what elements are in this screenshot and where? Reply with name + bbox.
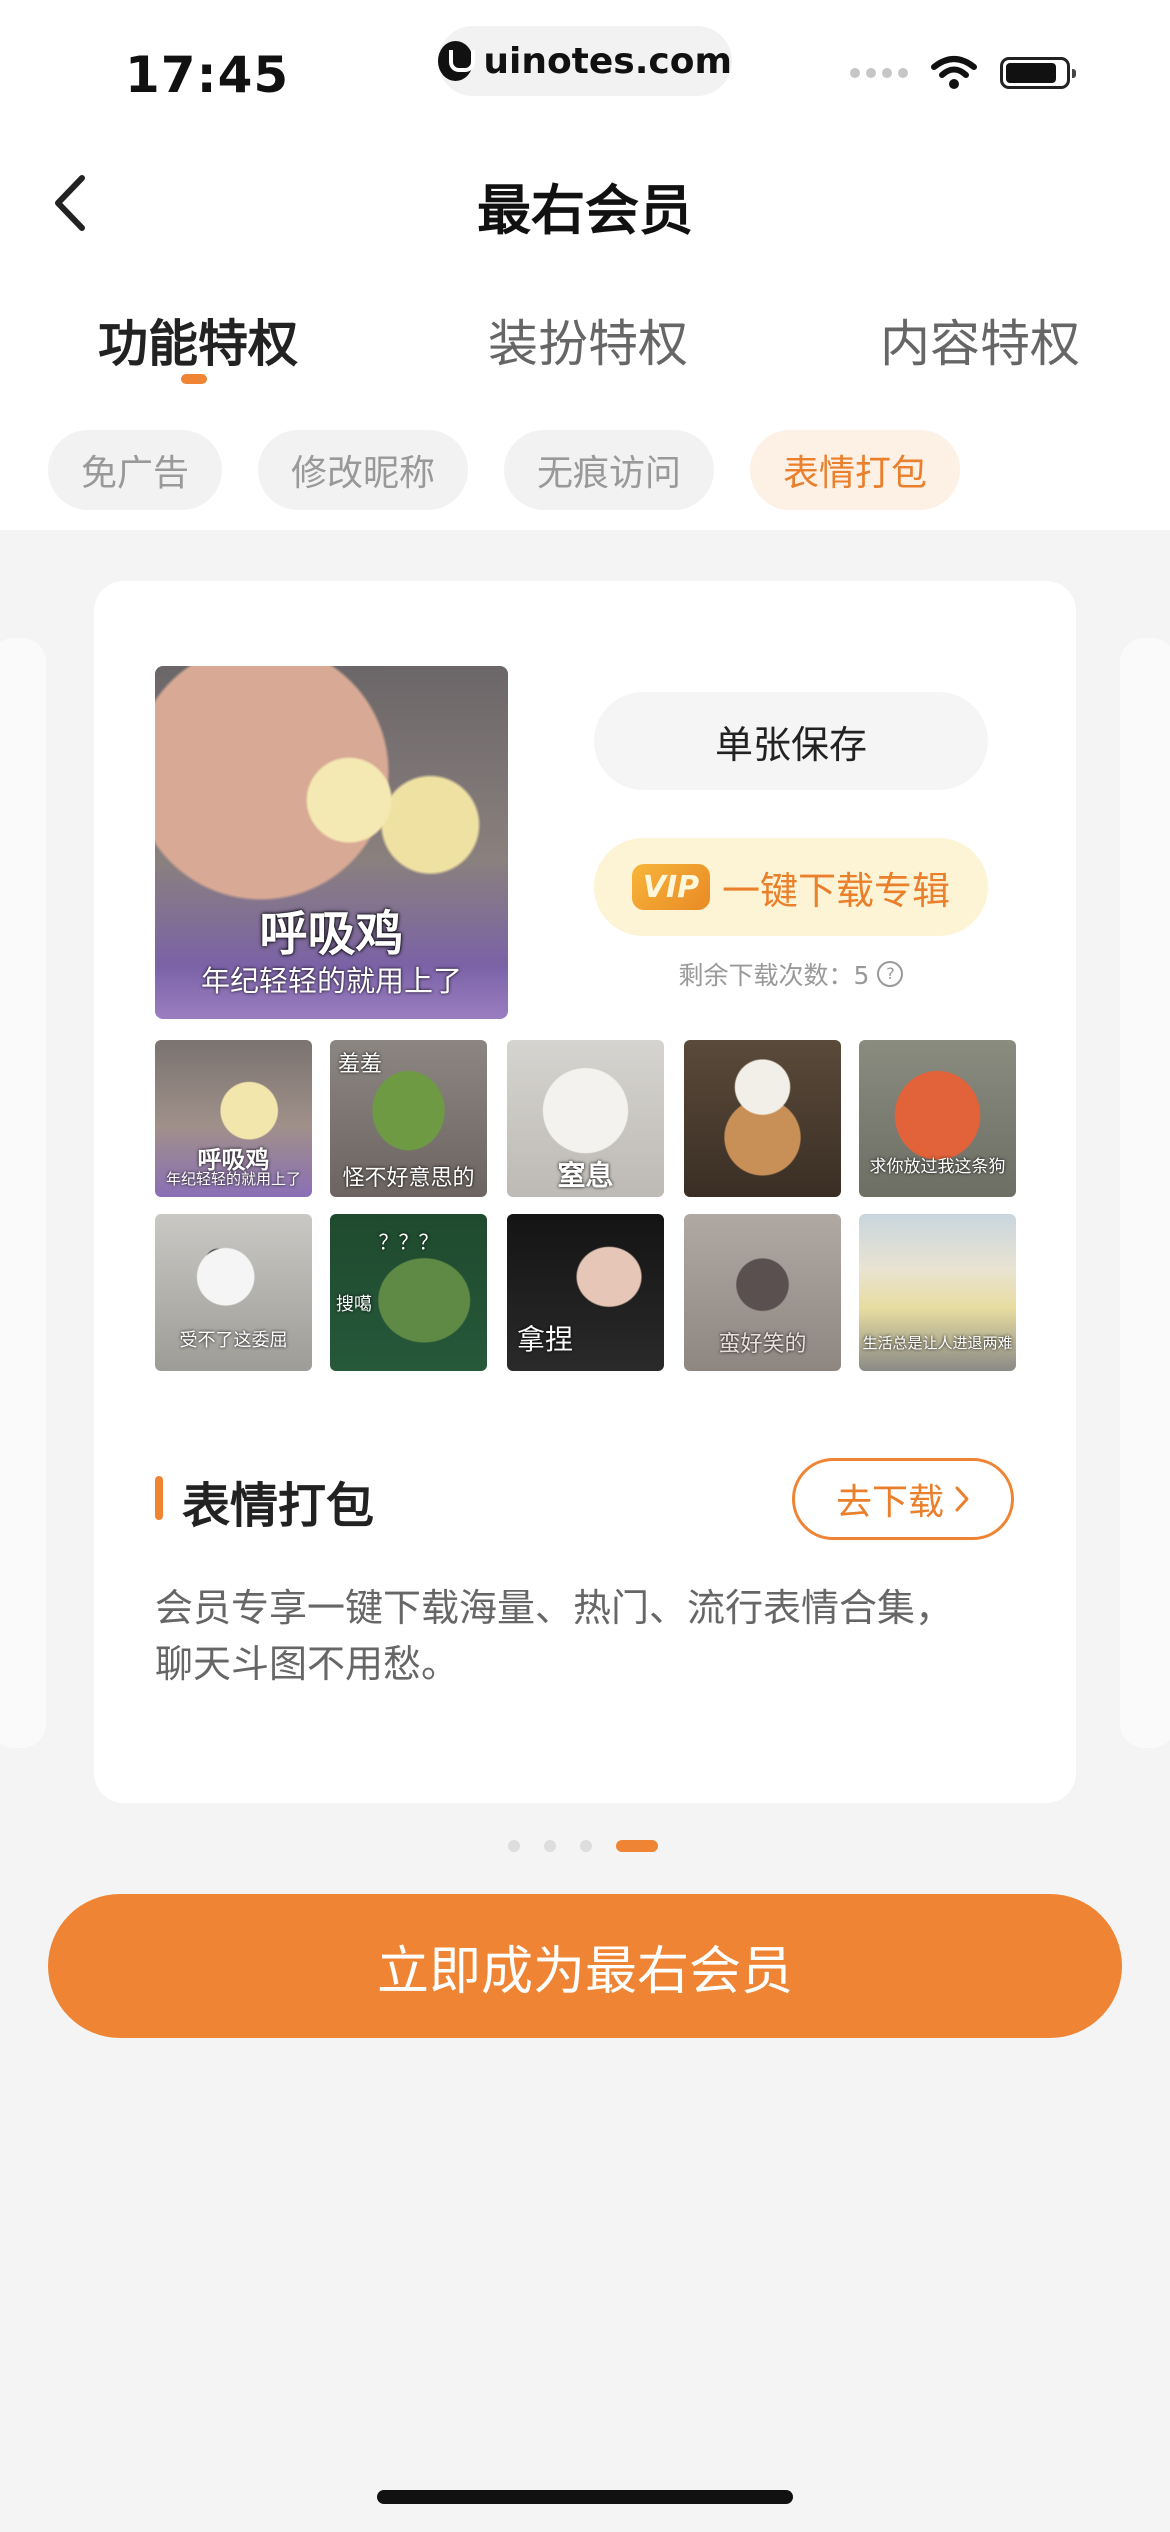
- chip-change-nickname[interactable]: 修改昵称: [258, 430, 468, 510]
- battery-icon: [1000, 57, 1076, 89]
- url-pill[interactable]: uinotes.com: [438, 26, 732, 96]
- vip-badge-icon: VIP: [631, 864, 710, 910]
- thumb-caption: ？？？: [378, 1230, 439, 1254]
- thumb-caption: 蛮好笑的: [718, 1332, 807, 1357]
- status-time: 17:45: [125, 46, 290, 104]
- signal-icon: [850, 68, 908, 78]
- tab-content-privileges[interactable]: 内容特权: [880, 304, 1080, 376]
- pagination-dot[interactable]: [544, 1840, 556, 1852]
- thumb-caption-sub: 搜噶: [336, 1294, 372, 1315]
- tab-function-privileges[interactable]: 功能特权: [98, 304, 298, 376]
- vip-download-label: 一键下载专辑: [721, 868, 950, 913]
- thumb-caption: 拿捏: [517, 1323, 574, 1356]
- carousel-pagination: [508, 1840, 658, 1852]
- preview-caption-sub: 年纪轻轻的就用上了: [200, 964, 462, 998]
- tab-dressup-privileges[interactable]: 装扮特权: [488, 304, 688, 376]
- pagination-dot[interactable]: [580, 1840, 592, 1852]
- remaining-downloads-text: 剩余下载次数：5: [678, 961, 870, 990]
- url-text: uinotes.com: [483, 40, 732, 82]
- tab-active-indicator: [181, 374, 207, 384]
- help-icon[interactable]: ?: [877, 961, 904, 987]
- save-single-button[interactable]: 单张保存: [594, 692, 988, 790]
- pagination-dot-active[interactable]: [616, 1840, 658, 1852]
- next-card-peek[interactable]: [1120, 638, 1170, 1748]
- sticker-thumb[interactable]: 受不了这委屈: [155, 1214, 312, 1371]
- description-line-1: 会员专享一键下载海量、热门、流行表情合集，: [155, 1586, 954, 1630]
- chevron-right-icon: [955, 1486, 969, 1512]
- home-indicator[interactable]: [377, 2490, 793, 2504]
- sticker-thumb[interactable]: 生活总是让人进退两难: [859, 1214, 1016, 1371]
- thumb-caption: 羞羞: [338, 1052, 383, 1077]
- go-download-label: 去下载: [835, 1482, 944, 1523]
- go-download-button[interactable]: 去下载: [792, 1458, 1014, 1540]
- become-member-button[interactable]: 立即成为最右会员: [48, 1894, 1122, 2038]
- thumb-caption-sub: 年纪轻轻的就用上了: [165, 1170, 301, 1188]
- section-description: 会员专享一键下载海量、热门、流行表情合集， 聊天斗图不用愁。: [155, 1580, 1005, 1692]
- description-line-2: 聊天斗图不用愁。: [155, 1642, 460, 1686]
- thumb-caption: 生活总是让人进退两难: [862, 1334, 1013, 1352]
- sticker-thumb[interactable]: 拿捏: [507, 1214, 664, 1371]
- chip-incognito-visit[interactable]: 无痕访问: [504, 430, 714, 510]
- page-title: 最右会员: [477, 179, 693, 242]
- sticker-thumb[interactable]: 求你放过我这条狗: [859, 1040, 1016, 1197]
- prev-card-peek[interactable]: [0, 638, 46, 1748]
- remaining-downloads: 剩余下载次数：5 ?: [594, 956, 988, 992]
- status-icons: [850, 55, 1076, 91]
- vip-download-album-button[interactable]: VIP 一键下载专辑: [594, 838, 988, 936]
- sticker-thumb[interactable]: [684, 1040, 841, 1197]
- sticker-thumb[interactable]: ？？？ 搜噶: [330, 1214, 487, 1371]
- thumb-caption: 求你放过我这条狗: [869, 1157, 1006, 1177]
- sticker-preview-image: 呼吸鸡 年纪轻轻的就用上了: [155, 666, 508, 1019]
- section-title: 表情打包: [182, 1478, 375, 1534]
- chip-sticker-pack[interactable]: 表情打包: [750, 430, 960, 510]
- sticker-thumb[interactable]: 羞羞 怪不好意思的: [330, 1040, 487, 1197]
- preview-caption-main: 呼吸鸡: [259, 906, 404, 962]
- section-accent-bar: [155, 1476, 163, 1520]
- thumb-caption: 窒息: [557, 1159, 614, 1192]
- thumb-caption-sub: 怪不好意思的: [342, 1166, 475, 1191]
- sticker-thumb[interactable]: 窒息: [507, 1040, 664, 1197]
- sticker-thumb[interactable]: 呼吸鸡 年纪轻轻的就用上了: [155, 1040, 312, 1197]
- wifi-icon: [931, 56, 977, 89]
- chip-no-ads[interactable]: 免广告: [48, 430, 222, 510]
- sticker-thumb[interactable]: 蛮好笑的: [684, 1214, 841, 1371]
- pagination-dot[interactable]: [508, 1840, 520, 1852]
- site-logo-icon: [438, 41, 476, 81]
- thumb-caption: 受不了这委屈: [179, 1330, 288, 1351]
